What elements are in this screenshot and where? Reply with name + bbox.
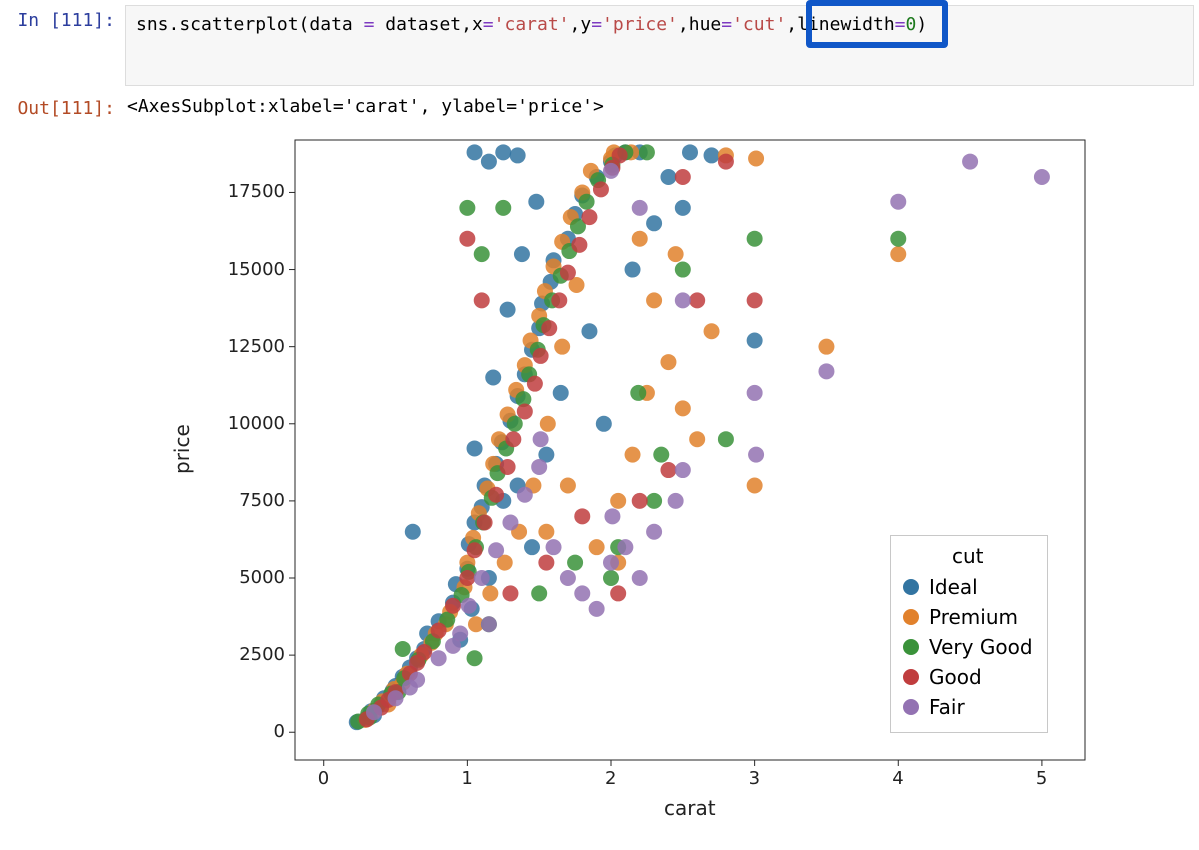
out-prompt: Out[111]: xyxy=(0,88,125,119)
legend-dot-icon xyxy=(903,669,919,685)
code-text: sns.scatterplot(data = dataset,x='carat'… xyxy=(136,14,927,35)
y-tick-label: 5000 xyxy=(239,567,285,588)
x-tick-label: 0 xyxy=(318,768,329,789)
legend: cut Ideal Premium Very Good Good Fair xyxy=(890,535,1048,733)
y-axis-label: price xyxy=(170,424,194,474)
in-prompt: In [111]: xyxy=(0,0,125,31)
input-cell: In [111]: sns.scatterplot(data = dataset… xyxy=(0,0,1199,88)
scatter-plot xyxy=(125,125,1105,845)
x-tick-label: 4 xyxy=(892,768,903,789)
legend-label: Very Good xyxy=(929,635,1033,659)
x-tick-label: 3 xyxy=(749,768,760,789)
legend-dot-icon xyxy=(903,699,919,715)
y-tick-label: 10000 xyxy=(228,413,285,434)
notebook: In [111]: sns.scatterplot(data = dataset… xyxy=(0,0,1199,845)
legend-row: Ideal xyxy=(903,572,1033,602)
x-axis-label: carat xyxy=(664,796,716,820)
output-cell: Out[111]: <AxesSubplot:xlabel='carat', y… xyxy=(0,88,1199,119)
y-tick-label: 17500 xyxy=(228,181,285,202)
y-tick-label: 2500 xyxy=(239,644,285,665)
output-text: <AxesSubplot:xlabel='carat', ylabel='pri… xyxy=(125,88,1199,119)
plot-output: price carat cut Ideal Premium Very Good Goo… xyxy=(115,119,1199,845)
legend-dot-icon xyxy=(903,639,919,655)
y-tick-label: 0 xyxy=(274,721,285,742)
legend-label: Good xyxy=(929,665,982,689)
legend-label: Ideal xyxy=(929,575,978,599)
x-tick-label: 5 xyxy=(1036,768,1047,789)
legend-dot-icon xyxy=(903,579,919,595)
y-tick-label: 7500 xyxy=(239,490,285,511)
x-tick-label: 2 xyxy=(605,768,616,789)
legend-row: Fair xyxy=(903,692,1033,722)
legend-label: Premium xyxy=(929,605,1018,629)
legend-row: Very Good xyxy=(903,632,1033,662)
legend-title: cut xyxy=(903,544,1033,568)
y-tick-label: 15000 xyxy=(228,259,285,280)
legend-row: Good xyxy=(903,662,1033,692)
y-tick-label: 12500 xyxy=(228,336,285,357)
legend-row: Premium xyxy=(903,602,1033,632)
legend-dot-icon xyxy=(903,609,919,625)
x-tick-label: 1 xyxy=(461,768,472,789)
legend-label: Fair xyxy=(929,695,965,719)
code-input[interactable]: sns.scatterplot(data = dataset,x='carat'… xyxy=(125,5,1194,86)
